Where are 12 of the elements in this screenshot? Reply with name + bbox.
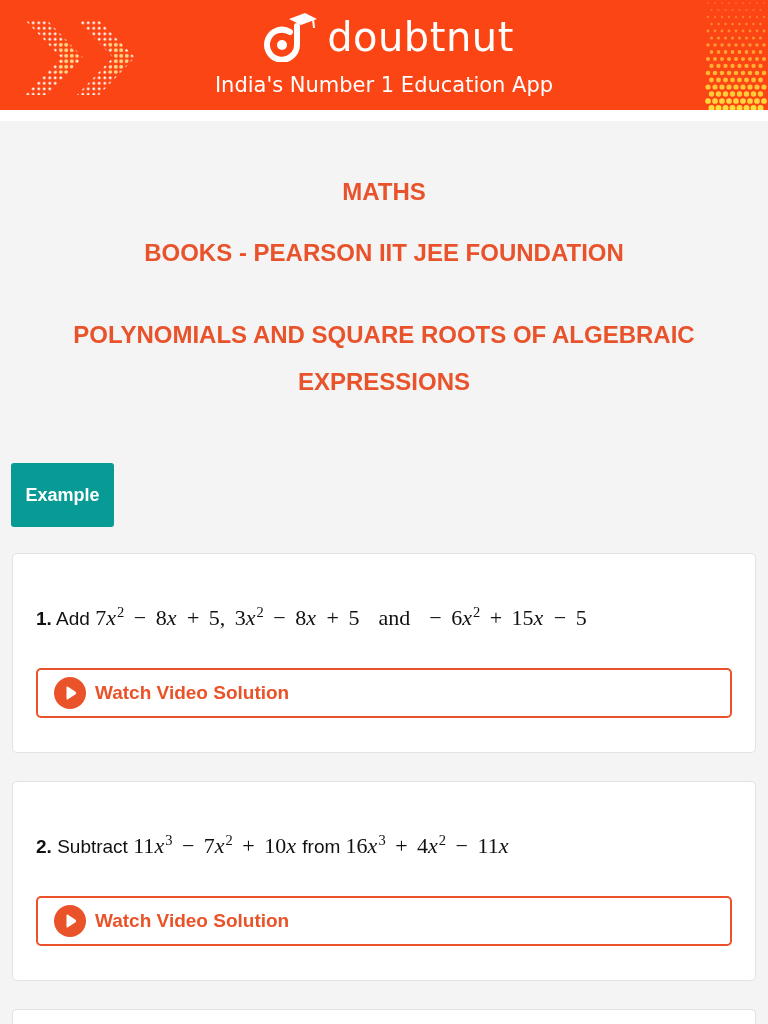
watch-video-button[interactable]: Watch Video Solution — [36, 668, 732, 718]
chapter-heading: POLYNOMIALS AND SQUARE ROOTS OF ALGEBRAIC EXPRESSIONS — [72, 320, 696, 397]
subject-heading: MATHS — [342, 177, 426, 207]
question-text: 2. Subtract 11x$^{3}$ − 7x$^{2}$ + 10x from 16x$^{3}$ + 4x$^{2}$ − 11x — [36, 831, 510, 860]
play-icon — [54, 677, 86, 709]
tagline: India's Number 1 Education App — [214, 72, 554, 98]
play-icon — [54, 905, 86, 937]
book-heading: BOOKS - PEARSON IIT JEE FOUNDATION — [144, 238, 624, 268]
logo-text: doubtnut — [327, 13, 514, 62]
section-label: Example — [11, 463, 114, 527]
watch-video-button[interactable]: Watch Video Solution — [36, 896, 732, 946]
question-text: 1. Add 7x$^{2}$ − 8x + 5, 3x$^{2}$ − 8x + 5 and − 6x$^{2}$ + 15x − 5 — [36, 603, 587, 632]
